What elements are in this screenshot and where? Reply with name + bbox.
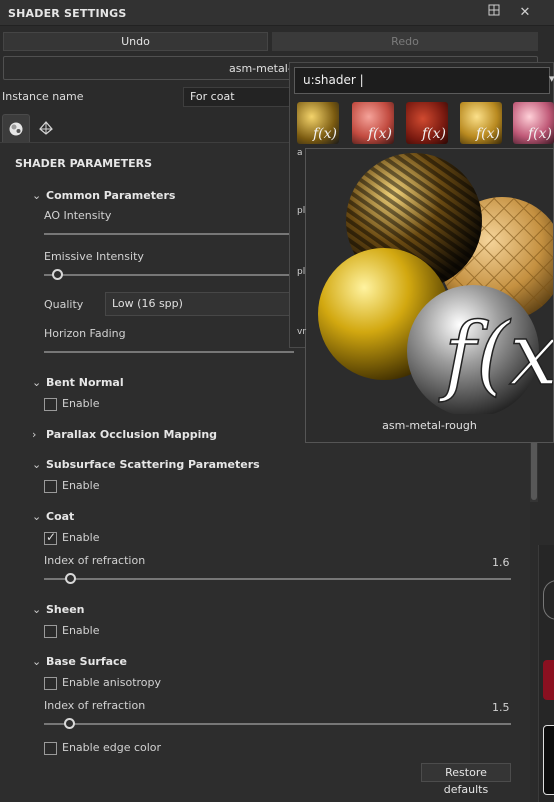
chevron-down-icon: ⌄ xyxy=(32,458,42,471)
list-item-peek: a xyxy=(297,148,303,158)
base-ior-slider[interactable] xyxy=(44,723,511,725)
undo-button[interactable]: Undo xyxy=(3,32,268,51)
ao-intensity-label: AO Intensity xyxy=(44,209,112,222)
chevron-down-icon: ⌄ xyxy=(32,189,42,202)
pin-icon[interactable]: ▾ xyxy=(549,72,554,85)
emissive-intensity-slider[interactable] xyxy=(44,274,294,276)
list-item-peek: pl xyxy=(297,206,306,216)
close-icon[interactable]: ✕ xyxy=(516,4,534,22)
bent-normal-enable-label: Enable xyxy=(62,397,100,410)
list-item-peek: vr xyxy=(297,327,307,337)
group-sheen[interactable]: ⌄ Sheen xyxy=(32,603,85,616)
anisotropy-label: Enable anisotropy xyxy=(62,676,162,689)
chevron-down-icon: ⌄ xyxy=(32,510,42,523)
group-base-surface[interactable]: ⌄ Base Surface xyxy=(32,655,127,668)
function-glyph: f(x) xyxy=(438,305,553,405)
shader-preview-image: f(x) xyxy=(318,153,554,417)
chevron-down-icon: ⌄ xyxy=(32,603,42,616)
group-title: Subsurface Scattering Parameters xyxy=(46,458,260,471)
coat-ior-slider[interactable] xyxy=(44,578,511,580)
adjacent-panel-edge xyxy=(538,545,554,802)
coat-enable-label: Enable xyxy=(62,531,100,544)
group-subsurface-scattering[interactable]: ⌄ Subsurface Scattering Parameters xyxy=(32,458,260,471)
horizon-fading-slider[interactable] xyxy=(44,351,294,353)
shader-thumb-pink[interactable]: f(x) xyxy=(513,102,554,144)
base-ior-value[interactable]: 1.5 xyxy=(492,701,510,714)
anisotropy-checkbox[interactable] xyxy=(44,677,57,690)
coat-ior-value[interactable]: 1.6 xyxy=(492,556,510,569)
group-title: Coat xyxy=(46,510,75,523)
geometry-icon xyxy=(39,121,53,135)
coat-ior-slider-handle[interactable] xyxy=(65,573,76,584)
coat-enable-checkbox[interactable] xyxy=(44,530,57,545)
horizon-fading-label: Horizon Fading xyxy=(44,327,126,340)
instance-name-label: Instance name xyxy=(2,90,84,103)
shader-preview-card: f(x) xyxy=(305,148,554,443)
group-title: Common Parameters xyxy=(46,189,176,202)
redo-button[interactable]: Redo xyxy=(272,32,538,51)
shader-thumb-organic[interactable]: f(x) xyxy=(406,102,448,144)
section-title: SHADER PARAMETERS xyxy=(15,157,153,170)
group-title: Sheen xyxy=(46,603,85,616)
sheen-enable-label: Enable xyxy=(62,624,100,637)
shader-search-input[interactable]: u:shader | xyxy=(294,67,550,94)
shader-thumb-gold[interactable]: f(x) xyxy=(460,102,502,144)
group-title: Bent Normal xyxy=(46,376,124,389)
chevron-right-icon: › xyxy=(32,428,37,441)
base-ior-label: Index of refraction xyxy=(44,699,146,712)
dock-icon[interactable] xyxy=(485,4,503,22)
group-title: Base Surface xyxy=(46,655,128,668)
shader-preview-caption: asm-metal-rough xyxy=(382,419,477,432)
subsurface-enable-checkbox[interactable] xyxy=(44,480,57,493)
tab-geometry[interactable] xyxy=(32,114,60,142)
group-common-parameters[interactable]: ⌄ Common Parameters xyxy=(32,189,175,202)
base-ior-slider-handle[interactable] xyxy=(64,718,75,729)
emissive-slider-handle[interactable] xyxy=(52,269,63,280)
chevron-down-icon: ⌄ xyxy=(32,655,42,668)
sheen-enable-checkbox[interactable] xyxy=(44,625,57,638)
instance-name-input[interactable]: For coat xyxy=(183,87,293,107)
quality-select[interactable]: Low (16 spp) xyxy=(105,292,295,316)
edge-color-label: Enable edge color xyxy=(62,741,162,754)
shader-thumb-plastic[interactable]: f(x) xyxy=(352,102,394,144)
bent-normal-enable-checkbox[interactable] xyxy=(44,398,57,411)
coat-ior-label: Index of refraction xyxy=(44,554,146,567)
edge-color-checkbox[interactable] xyxy=(44,742,57,755)
window-title: SHADER SETTINGS xyxy=(8,7,127,20)
ao-intensity-slider[interactable] xyxy=(44,233,294,235)
shader-thumb-metal-rough[interactable]: f(x) xyxy=(297,102,339,144)
quality-label: Quality xyxy=(44,298,84,311)
group-title: Parallax Occlusion Mapping xyxy=(46,428,218,441)
group-bent-normal[interactable]: ⌄ Bent Normal xyxy=(32,376,124,389)
material-sphere-icon xyxy=(9,122,23,136)
group-coat[interactable]: ⌄ Coat xyxy=(32,510,74,523)
restore-defaults-button[interactable]: Restore defaults xyxy=(421,763,511,796)
tab-material[interactable] xyxy=(2,114,30,142)
subsurface-enable-label: Enable xyxy=(62,479,100,492)
group-parallax-occlusion-mapping[interactable]: › Parallax Occlusion Mapping xyxy=(32,428,217,441)
emissive-intensity-label: Emissive Intensity xyxy=(44,250,144,263)
chevron-down-icon: ⌄ xyxy=(32,376,42,389)
toolbar-edge xyxy=(540,32,554,52)
list-item-peek: pl xyxy=(297,267,306,277)
